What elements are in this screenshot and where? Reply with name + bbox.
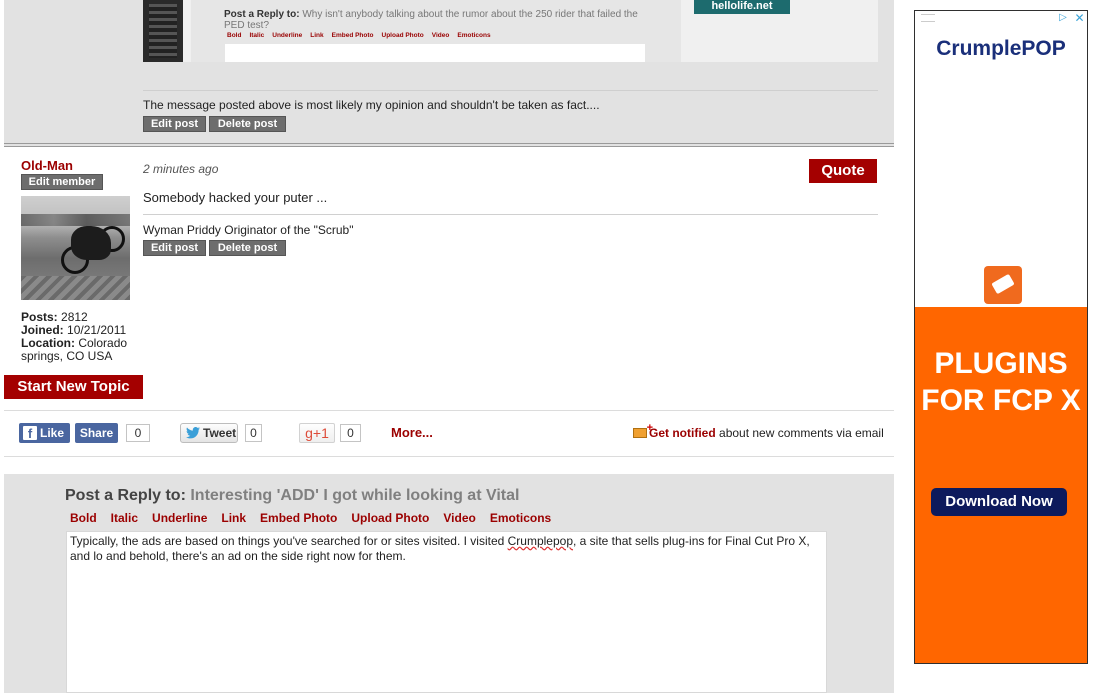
ad-brand: CrumplePOP <box>936 37 1066 60</box>
google-plus-button[interactable]: g+1 <box>299 423 335 443</box>
embedded-screenshot: Post a Reply to: Why isn't anybody talki… <box>143 0 878 62</box>
divider <box>143 90 878 91</box>
embedded-toolbar-item: Bold <box>227 32 242 39</box>
italic-button[interactable]: Italic <box>111 511 138 525</box>
reply-title: Post a Reply to: Interesting 'ADD' I got… <box>65 487 520 504</box>
ad-choices-icon[interactable]: ▷ <box>1055 11 1071 25</box>
get-notified-link[interactable]: Get notified <box>649 426 716 440</box>
embedded-reply-panel: Post a Reply to: Why isn't anybody talki… <box>191 0 681 62</box>
embed-photo-button[interactable]: Embed Photo <box>260 511 337 525</box>
google-plus-count: 0 <box>340 424 361 442</box>
post-signature: Wyman Priddy Originator of the "Scrub" <box>143 223 354 237</box>
link-button[interactable]: Link <box>221 511 246 525</box>
embedded-toolbar-item: Emoticons <box>457 32 491 39</box>
google-plus-icon: g <box>305 425 313 441</box>
misspelled-word: Crumplepop <box>507 534 573 548</box>
facebook-share-button[interactable]: Share <box>75 423 118 443</box>
emoticons-button[interactable]: Emoticons <box>490 511 551 525</box>
bold-button[interactable]: Bold <box>70 511 97 525</box>
post-body: Somebody hacked your puter ... <box>143 190 328 205</box>
facebook-like-button[interactable]: f Like <box>19 423 70 443</box>
embedded-thumbnail <box>143 0 183 62</box>
edit-post-button[interactable]: Edit post <box>143 240 206 256</box>
embedded-toolbar-item: Video <box>431 32 450 39</box>
ad-headline: PLUGINS FOR FCP X <box>921 347 1081 417</box>
embedded-reply-title: Post a Reply to: Why isn't anybody talki… <box>224 9 638 31</box>
ad-marker-icon <box>921 14 935 22</box>
facebook-icon: f <box>23 426 37 441</box>
more-share-link[interactable]: More... <box>391 425 433 440</box>
crumplepop-logo-icon <box>984 266 1022 304</box>
post-separator <box>4 143 894 147</box>
delete-post-button[interactable]: Delete post <box>209 240 286 256</box>
embedded-toolbar-item: Italic <box>249 32 265 39</box>
share-count: 0 <box>126 424 150 442</box>
divider <box>143 214 878 215</box>
reply-textarea[interactable]: Typically, the ads are based on things y… <box>66 531 827 693</box>
edit-post-button[interactable]: Edit post <box>143 116 206 132</box>
embedded-toolbar-item: Link <box>310 32 324 39</box>
previous-post-signature: The message posted above is most likely … <box>143 98 600 112</box>
author-location: Location: Colorado springs, CO USA <box>21 336 128 363</box>
embedded-ad-label: hellolife.net <box>694 0 790 14</box>
avatar[interactable] <box>21 196 130 300</box>
notify-text: about new comments via email <box>719 426 884 440</box>
notify-comments: Get notified about new comments via emai… <box>633 422 884 440</box>
tweet-button[interactable]: Tweet <box>180 423 238 443</box>
delete-post-button[interactable]: Delete post <box>209 116 286 132</box>
email-notify-icon <box>633 422 653 438</box>
tweet-count: 0 <box>245 424 262 442</box>
author-username[interactable]: Old-Man <box>21 158 73 173</box>
twitter-bird-icon <box>186 427 200 439</box>
underline-button[interactable]: Underline <box>152 511 207 525</box>
divider <box>4 410 894 411</box>
edit-member-button[interactable]: Edit member <box>21 174 103 190</box>
divider <box>4 456 894 457</box>
quote-button[interactable]: Quote <box>809 159 877 183</box>
embedded-toolbar-item: Upload Photo <box>381 32 424 39</box>
advertisement[interactable]: ▷ ✕ CrumplePOP PLUGINS FOR FCP X Downloa… <box>914 10 1088 664</box>
author-stats: Posts: 2812 Joined: 10/21/2011 Location:… <box>21 311 133 363</box>
upload-photo-button[interactable]: Upload Photo <box>351 511 429 525</box>
embedded-toolbar-item: Embed Photo <box>331 32 374 39</box>
post-timestamp: 2 minutes ago <box>143 162 219 176</box>
start-new-topic-button[interactable]: Start New Topic <box>4 375 143 399</box>
close-icon[interactable]: ✕ <box>1072 11 1087 25</box>
video-button[interactable]: Video <box>443 511 475 525</box>
embedded-toolbar: Bold Italic Underline Link Embed Photo Upload… <box>227 32 499 39</box>
ad-download-button[interactable]: Download Now <box>931 488 1067 516</box>
reply-toolbar: Bold Italic Underline Link Embed Photo Upload… <box>70 511 565 525</box>
embedded-textarea <box>225 44 645 62</box>
embedded-toolbar-item: Underline <box>272 32 303 39</box>
